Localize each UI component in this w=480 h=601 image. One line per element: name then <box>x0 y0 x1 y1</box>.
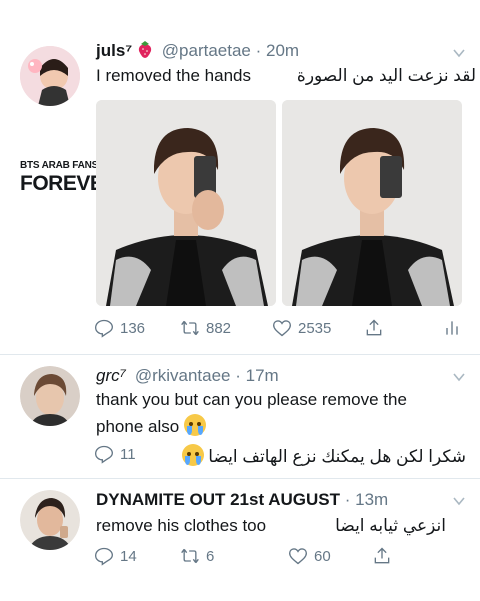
translation-text: شكرا لكن هل يمكنك نزع الهاتف ايضا <box>150 444 466 467</box>
tweet-actions: 136 882 2535 <box>0 318 480 342</box>
tweet-actions: 14 6 60 <box>0 546 480 570</box>
retweet-button[interactable]: 6 <box>180 546 214 566</box>
retweet-icon <box>181 548 199 564</box>
divider <box>0 478 480 479</box>
like-count: 60 <box>314 547 331 565</box>
tweet-text-line1: thank you but can you please remove the <box>96 390 407 409</box>
avatar[interactable] <box>20 46 80 106</box>
share-icon <box>366 319 382 336</box>
timestamp[interactable]: 17m <box>246 366 279 385</box>
reply-count: 11 <box>120 445 136 463</box>
display-name[interactable]: DYNAMITE OUT 21st AUGUST <box>96 490 340 509</box>
share-button[interactable] <box>364 318 384 338</box>
like-count: 2535 <box>298 319 332 337</box>
retweet-icon <box>181 320 199 336</box>
user-handle[interactable]: @partaetae <box>162 41 251 60</box>
reply-count: 136 <box>120 319 146 337</box>
reply-icon <box>94 319 114 338</box>
timestamp[interactable]: 13m <box>355 490 388 509</box>
tweet-text-line2-text: phone also <box>96 417 180 436</box>
chevron-down-icon[interactable] <box>452 370 466 384</box>
chevron-down-icon[interactable] <box>452 46 466 60</box>
share-button[interactable] <box>372 546 392 566</box>
user-handle[interactable]: @rkivantaee <box>135 366 231 385</box>
retweet-count: 882 <box>206 319 232 337</box>
tweet-header: DYNAMITE OUT 21st AUGUST · 13m <box>96 490 388 510</box>
tweet-1: juls⁷ @partaetae · 20m I removed the han… <box>0 0 480 360</box>
share-icon <box>374 547 390 564</box>
like-icon <box>272 320 292 337</box>
tweet-header: grc⁷ @rkivantaee · 17m <box>96 366 279 386</box>
display-name[interactable]: juls⁷ <box>96 41 132 60</box>
like-icon <box>288 548 308 565</box>
tweet-text-ar: لقد نزعت اليد من الصورة <box>296 66 476 85</box>
divider <box>0 354 480 355</box>
display-name[interactable]: grc⁷ <box>96 366 126 385</box>
retweet-button[interactable]: 882 <box>180 318 231 338</box>
timestamp[interactable]: 20m <box>266 41 299 60</box>
tearful-emoji-icon <box>183 414 206 436</box>
tweet-header: juls⁷ @partaetae · 20m <box>96 40 299 63</box>
reply-button[interactable]: 11 <box>94 444 136 464</box>
strawberry-icon <box>137 40 153 63</box>
reply-icon <box>94 445 114 464</box>
tearful-emoji-icon <box>181 444 204 466</box>
avatar[interactable] <box>20 490 80 550</box>
retweet-count: 6 <box>206 547 215 565</box>
separator-dot: · <box>344 490 356 509</box>
tweet-text: remove his clothes too انزعي ثيابه ايضا <box>96 516 446 536</box>
reply-button[interactable]: 14 <box>94 546 137 566</box>
analytics-button[interactable] <box>442 318 462 338</box>
tweet-text-line2: phone also <box>96 414 206 437</box>
avatar[interactable] <box>20 366 80 426</box>
media-image-1[interactable] <box>96 100 276 306</box>
tweet-3: DYNAMITE OUT 21st AUGUST · 13m remove hi… <box>0 480 480 601</box>
reply-count: 14 <box>120 547 137 565</box>
tweet-2: grc⁷ @rkivantaee · 17m thank you but can… <box>0 356 480 480</box>
tweet-text-en: remove his clothes too <box>96 516 267 535</box>
reply-icon <box>94 547 114 566</box>
like-button[interactable]: 60 <box>288 546 331 566</box>
tweet-text-ar: انزعي ثيابه ايضا <box>335 516 446 535</box>
separator-dot: · <box>255 41 266 60</box>
media-image-2[interactable] <box>282 100 462 306</box>
tweet-text: I removed the hands لقد نزعت اليد من الص… <box>96 66 476 86</box>
chevron-down-icon[interactable] <box>452 494 466 508</box>
analytics-icon <box>446 321 458 335</box>
like-button[interactable]: 2535 <box>272 318 331 338</box>
tweet-text-ar: شكرا لكن هل يمكنك نزع الهاتف ايضا <box>208 447 466 466</box>
tweet-text-en: I removed the hands <box>96 66 251 85</box>
separator-dot: · <box>235 366 246 385</box>
reply-button[interactable]: 136 <box>94 318 145 338</box>
